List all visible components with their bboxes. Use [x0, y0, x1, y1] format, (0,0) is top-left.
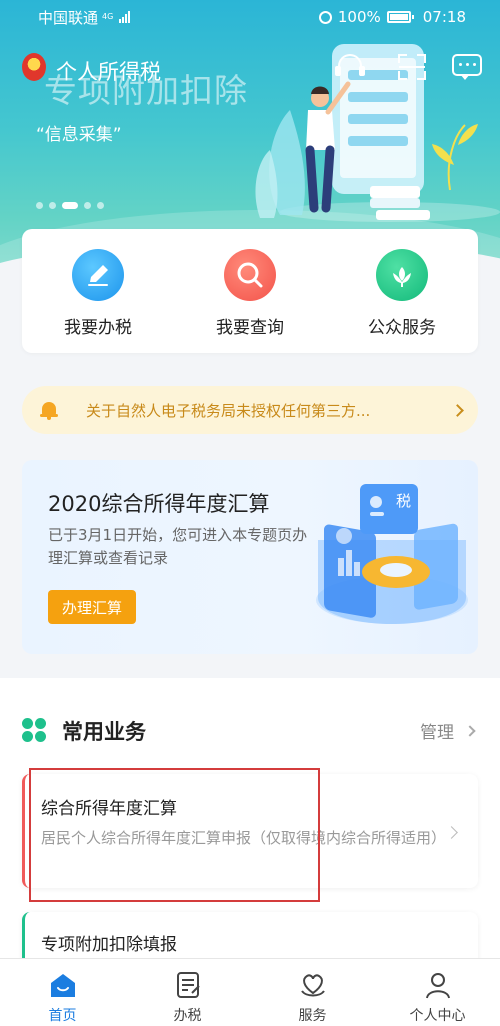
carousel-dot-active[interactable] [62, 202, 78, 209]
tax-badge: 税 [396, 492, 412, 510]
home-icon [47, 969, 79, 1001]
service-item-description: 居民个人综合所得年度汇算申报（仅取得境内综合所得适用） [41, 829, 447, 847]
handle-settlement-button[interactable]: 办理汇算 [48, 590, 136, 624]
service-item-annual-settlement[interactable]: 综合所得年度汇算 居民个人综合所得年度汇算申报（仅取得境内综合所得适用） [22, 774, 478, 888]
carousel-dot[interactable] [84, 202, 91, 209]
nav-tax[interactable]: 办税 [138, 969, 238, 1026]
quick-action-tax[interactable]: 我要办税 [38, 249, 158, 353]
common-services-section: 常用业务 管理 综合所得年度汇算 居民个人综合所得年度汇算申报（仅取得境内综合所… [0, 678, 500, 972]
annual-description: 已于3月1日开始，您可进入本专题页办理汇算或查看记录 [48, 526, 308, 567]
headset-icon[interactable] [334, 52, 366, 82]
nav-label: 首页 [48, 1008, 77, 1024]
quick-action-public[interactable]: 公众服务 [342, 249, 462, 353]
banner-title: 专项附加扣除 [44, 71, 248, 110]
banner-subtitle: “信息采集” [36, 125, 122, 145]
chevron-right-icon [445, 826, 458, 839]
service-item-title: 专项附加扣除填报 [41, 935, 177, 955]
pen-icon [72, 249, 124, 301]
carrier-name: 中国联通 [38, 8, 99, 27]
quick-action-label: 公众服务 [368, 318, 436, 338]
bottom-navigation: 首页 办税 服务 个人中心 [0, 958, 500, 1026]
quick-action-label: 我要办税 [64, 318, 132, 338]
quick-action-query[interactable]: 我要查询 [190, 249, 310, 353]
signal-icon [119, 11, 131, 23]
carousel-dot[interactable] [49, 202, 56, 209]
carousel-dot[interactable] [97, 202, 104, 209]
nav-service[interactable]: 服务 [263, 969, 363, 1026]
notice-bar[interactable]: 关于自然人电子税务局未授权任何第三方... [22, 386, 478, 434]
scan-icon[interactable] [396, 52, 428, 82]
clover-icon [22, 718, 46, 742]
carousel-indicator[interactable] [36, 202, 104, 209]
services-title: 常用业务 [62, 720, 146, 744]
form-icon [172, 969, 204, 1001]
nav-label: 服务 [298, 1008, 327, 1024]
quick-actions-card: 我要办税 我要查询 公众服务 [22, 229, 478, 353]
annual-title: 2020综合所得年度汇算 [48, 492, 270, 516]
service-item-title: 综合所得年度汇算 [41, 799, 177, 819]
nav-personal-center[interactable]: 个人中心 [388, 969, 488, 1026]
annual-settlement-card[interactable]: 2020综合所得年度汇算 已于3月1日开始，您可进入本专题页办理汇算或查看记录 … [22, 460, 478, 654]
battery-icon [386, 11, 414, 23]
battery-level: 100% [337, 8, 381, 26]
nav-label: 个人中心 [409, 1008, 466, 1024]
heart-hand-icon [297, 969, 329, 1001]
flower-icon [376, 249, 428, 301]
notice-text: 关于自然人电子税务局未授权任何第三方... [86, 401, 371, 420]
alarm-icon [318, 10, 332, 24]
nav-home[interactable]: 首页 [13, 969, 113, 1026]
person-icon [422, 969, 454, 1001]
message-icon[interactable] [452, 52, 484, 82]
status-bar: 中国联通 4G 100% 07:18 [0, 0, 500, 34]
tax-emblem-logo [22, 53, 46, 81]
clock: 07:18 [422, 8, 466, 26]
bell-icon [40, 400, 58, 420]
chevron-right-icon [451, 403, 464, 417]
nav-label: 办税 [173, 1008, 202, 1024]
settlement-illustration: 税 [304, 480, 474, 640]
quick-action-label: 我要查询 [216, 318, 284, 338]
search-icon [224, 249, 276, 301]
network-type: 4G [102, 11, 114, 21]
carousel-dot[interactable] [36, 202, 43, 209]
services-header: 常用业务 管理 [0, 678, 500, 744]
manage-button[interactable]: 管理 [420, 718, 476, 743]
manage-label: 管理 [420, 723, 454, 743]
chevron-right-icon [464, 724, 476, 737]
